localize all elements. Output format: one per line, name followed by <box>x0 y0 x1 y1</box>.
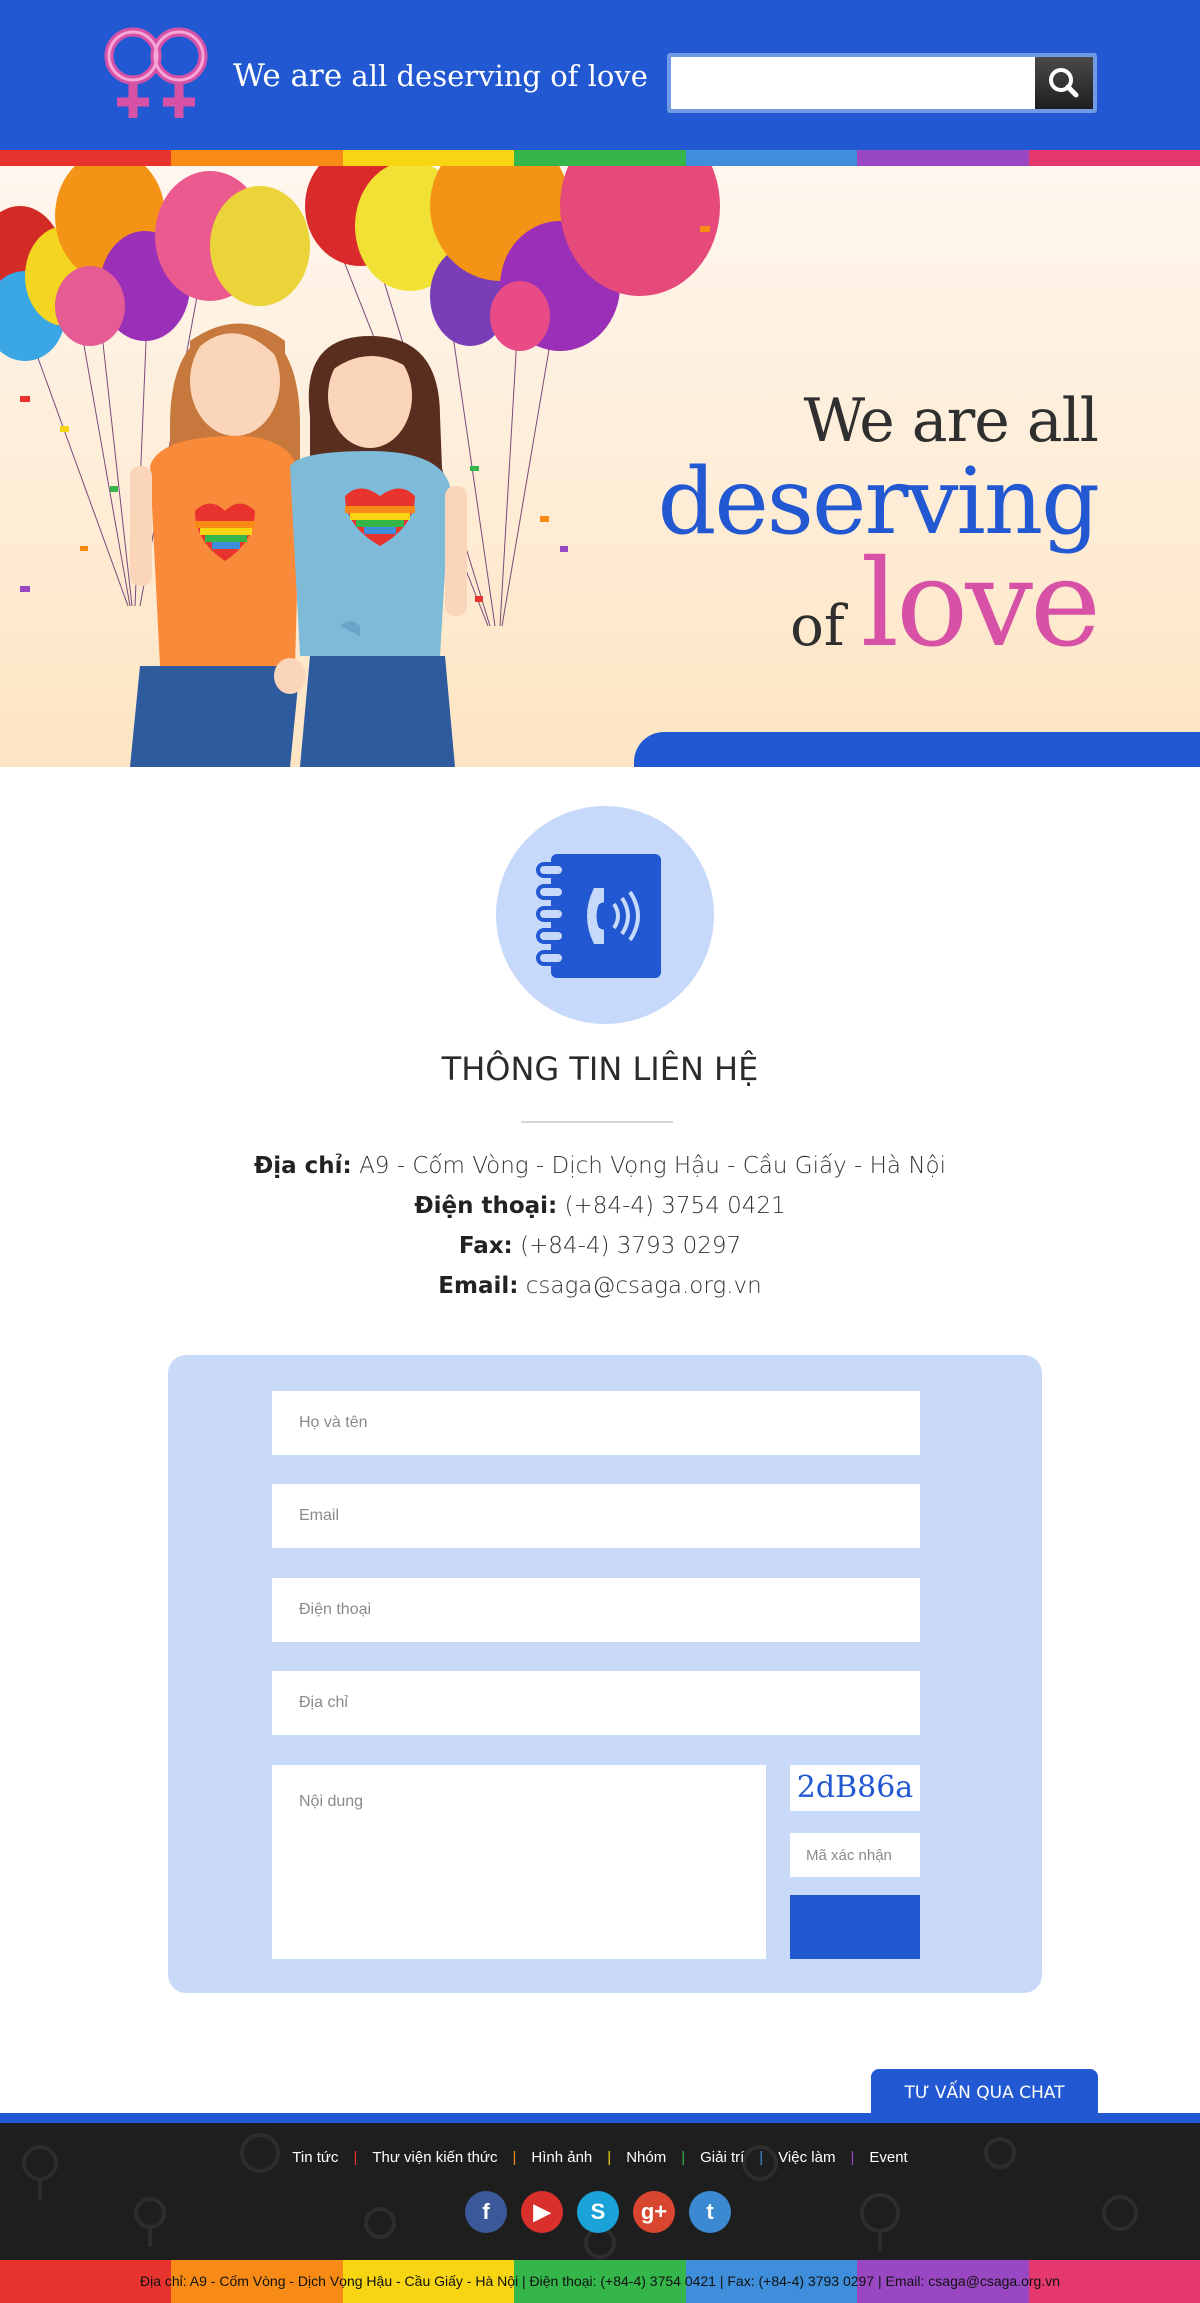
rainbow-segment <box>1028 150 1200 166</box>
search-button[interactable] <box>1035 57 1093 109</box>
submit-button[interactable] <box>790 1895 920 1959</box>
footer-nav-link[interactable]: Event <box>869 2149 907 2166</box>
tagline: We are all deserving of love <box>233 58 648 94</box>
rainbow-divider <box>0 150 1200 166</box>
phone-value: (+84-4) 3754 0421 <box>564 1193 786 1219</box>
footer-nav-separator: | <box>850 2149 855 2166</box>
title-divider <box>521 1121 673 1123</box>
social-links: f ▶ Sg+ t <box>465 2191 731 2233</box>
footer-nav-link[interactable]: Tin tức <box>292 2149 338 2166</box>
email-line: Email: csaga@csaga.org.vn <box>0 1266 1200 1306</box>
rainbow-segment <box>171 150 343 166</box>
footer-nav-link[interactable]: Việc làm <box>778 2149 835 2166</box>
address-field[interactable] <box>272 1671 920 1735</box>
footer-nav-separator: | <box>607 2149 612 2166</box>
rainbow-segment <box>857 150 1029 166</box>
footer: Tin tức | Thư viện kiến thức | Hình ảnh | Nhóm… <box>0 2123 1200 2260</box>
footer-nav-separator: | <box>353 2149 358 2166</box>
email-value[interactable]: csaga@csaga.org.vn <box>526 1273 762 1299</box>
footer-contact-text: Địa chỉ: A9 - Cốm Vòng - Dịch Vọng Hậu -… <box>139 2273 1061 2289</box>
footer-nav-separator: | <box>759 2149 764 2166</box>
captcha-image: 2dB86a <box>790 1765 920 1811</box>
search-box <box>667 53 1097 113</box>
header: We are all deserving of love <box>0 0 1200 150</box>
phone-field[interactable] <box>272 1578 920 1642</box>
address-label: Địa chỉ: <box>253 1153 352 1179</box>
rainbow-segment <box>342 150 515 166</box>
address-line: Địa chỉ: A9 - Cốm Vòng - Dịch Vọng Hậu -… <box>0 1146 1200 1186</box>
email-label: Email: <box>438 1273 519 1299</box>
fax-label: Fax: <box>458 1233 513 1259</box>
logo-icon[interactable] <box>95 18 225 126</box>
footer-nav-separator: | <box>512 2149 517 2166</box>
footer-nav: Tin tức | Thư viện kiến thức | Hình ảnh | Nhóm… <box>0 2149 1200 2166</box>
phone-book-icon <box>536 854 661 978</box>
rainbow-segment <box>514 150 686 166</box>
tagline-part2: all deserving of love <box>351 59 648 93</box>
hero-headline: We are all deserving of love <box>657 386 1101 695</box>
rainbow-segment <box>0 150 172 166</box>
contact-title: THÔNG TIN LIÊN HỆ <box>441 1050 759 1088</box>
footer-nav-link[interactable]: Nhóm <box>626 2149 666 2166</box>
contact-form: 2dB86a <box>168 1355 1042 1993</box>
email-field[interactable] <box>272 1484 920 1548</box>
youtube-icon[interactable]: ▶ <box>521 2191 563 2233</box>
hero-line3: of love <box>657 545 1101 695</box>
hero-of: of <box>790 594 845 659</box>
skype-icon[interactable]: S <box>577 2191 619 2233</box>
footer-nav-link[interactable]: Thư viện kiến thức <box>372 2149 497 2166</box>
rainbow-segment <box>685 150 858 166</box>
contact-info: Địa chỉ: A9 - Cốm Vòng - Dịch Vọng Hậu -… <box>0 1146 1200 1306</box>
captcha-input[interactable] <box>790 1833 920 1877</box>
contact-icon-circle <box>496 806 714 1024</box>
footer-nav-separator: | <box>681 2149 686 2166</box>
footer-nav-link[interactable]: Hình ảnh <box>531 2149 592 2166</box>
fax-value: (+84-4) 3793 0297 <box>520 1233 742 1259</box>
facebook-icon[interactable]: f <box>465 2191 507 2233</box>
address-value: A9 - Cốm Vòng - Dịch Vọng Hậu - Cầu Giấy… <box>359 1153 947 1179</box>
name-field[interactable] <box>272 1391 920 1455</box>
phone-line: Điện thoại: (+84-4) 3754 0421 <box>0 1186 1200 1226</box>
chat-button[interactable]: TƯ VẤN QUA CHAT <box>871 2069 1098 2117</box>
footer-top-bar <box>0 2113 1200 2123</box>
hero-banner: We are all deserving of love <box>0 166 1200 767</box>
search-input[interactable] <box>671 57 1036 109</box>
content-field[interactable] <box>272 1765 766 1959</box>
hero-love: love <box>860 535 1101 674</box>
phone-label: Điện thoại: <box>414 1193 558 1219</box>
fax-line: Fax: (+84-4) 3793 0297 <box>0 1226 1200 1266</box>
twitter-icon[interactable]: t <box>689 2191 731 2233</box>
hero-line1: We are all <box>803 386 1099 456</box>
tagline-part1: We are <box>233 58 343 94</box>
footer-nav-link[interactable]: Giải trí <box>700 2149 744 2166</box>
google-plus-icon[interactable]: g+ <box>633 2191 675 2233</box>
search-icon <box>1049 68 1079 98</box>
hero-accent-bar <box>634 732 1200 767</box>
